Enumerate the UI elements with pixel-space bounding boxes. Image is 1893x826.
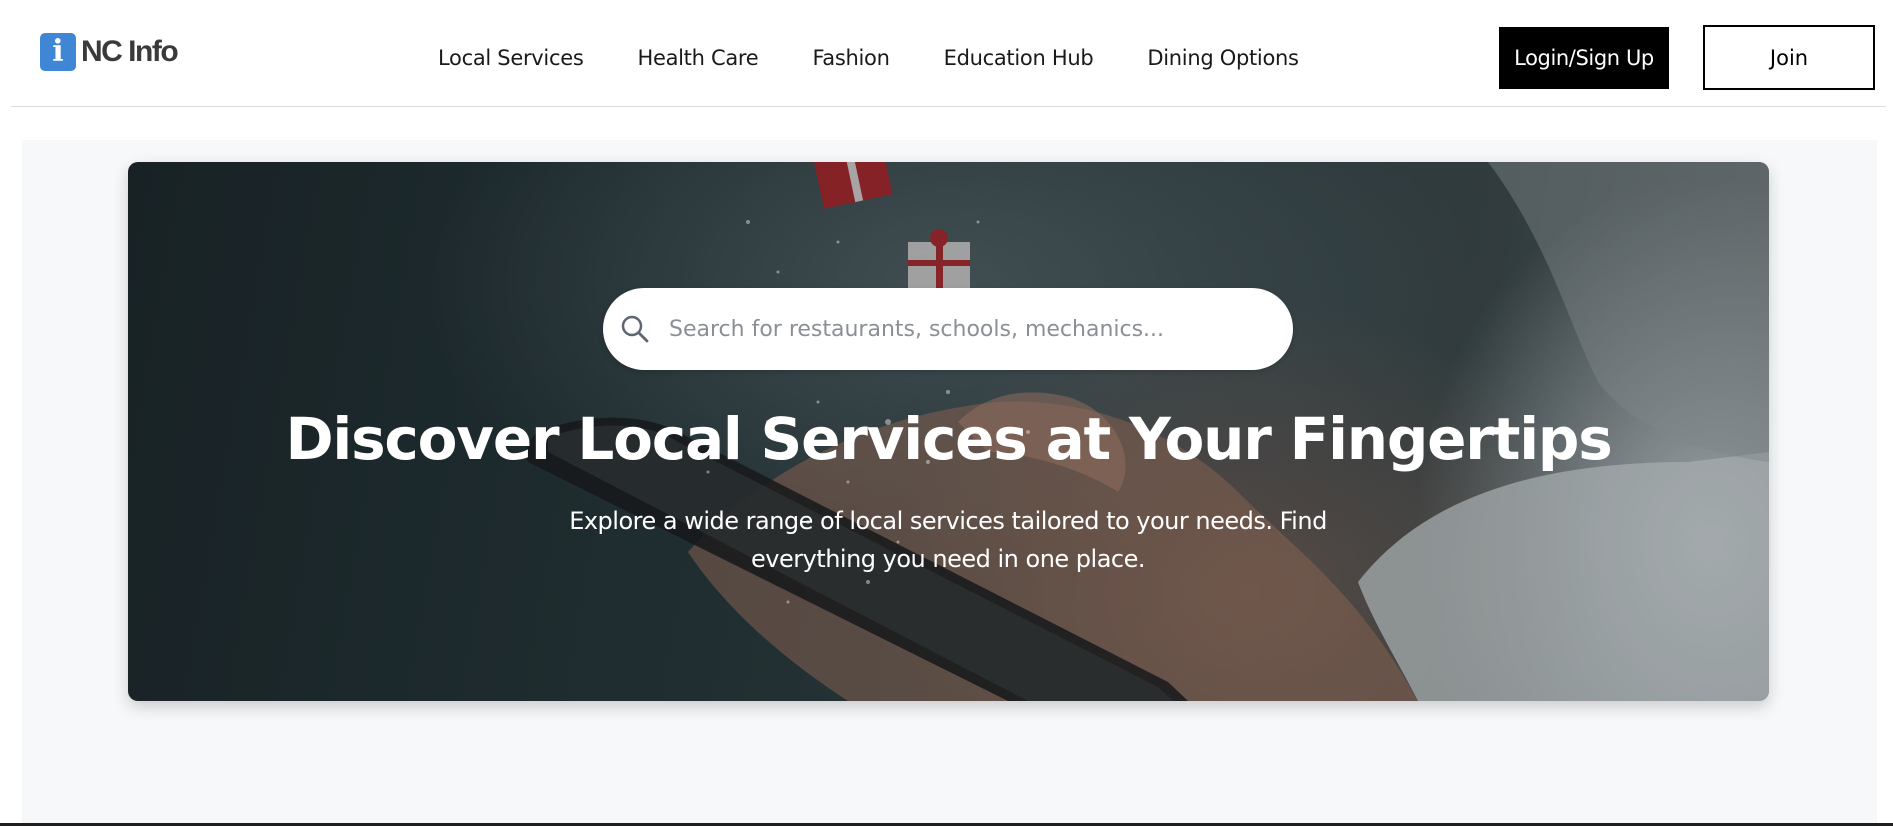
search-icon[interactable] bbox=[619, 313, 651, 345]
nav-link-health-care[interactable]: Health Care bbox=[637, 46, 758, 70]
hero-title: Discover Local Services at Your Fingerti… bbox=[285, 405, 1612, 473]
search-bar[interactable] bbox=[603, 288, 1293, 370]
site-header: i NC Info Local Services Health Care Fas… bbox=[0, 0, 1893, 108]
login-signup-button[interactable]: Login/Sign Up bbox=[1499, 27, 1669, 89]
nav-link-education-hub[interactable]: Education Hub bbox=[944, 46, 1094, 70]
nav-link-fashion[interactable]: Fashion bbox=[812, 46, 889, 70]
header-divider bbox=[11, 106, 1886, 107]
site-logo[interactable]: i NC Info bbox=[40, 33, 179, 71]
nav-link-dining-options[interactable]: Dining Options bbox=[1147, 46, 1299, 70]
hero-subtitle: Explore a wide range of local services t… bbox=[569, 507, 1327, 573]
search-input[interactable] bbox=[669, 308, 1269, 350]
main-nav: Local Services Health Care Fashion Educa… bbox=[438, 40, 1299, 76]
nav-link-local-services[interactable]: Local Services bbox=[438, 46, 584, 70]
hero-banner: Discover Local Services at Your Fingerti… bbox=[128, 162, 1769, 701]
info-icon: i bbox=[40, 33, 76, 71]
join-button[interactable]: Join bbox=[1703, 25, 1875, 90]
logo-text: NC Info bbox=[81, 35, 179, 68]
